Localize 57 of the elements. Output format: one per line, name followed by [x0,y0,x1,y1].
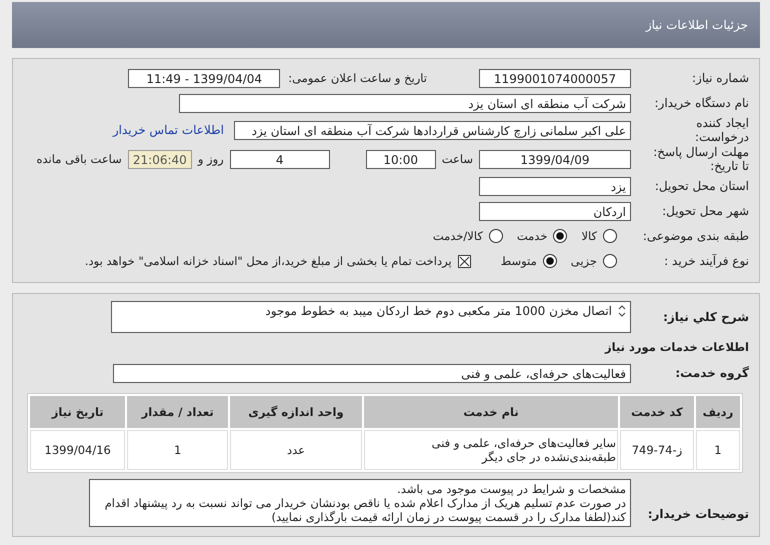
field-label: نوع فرآیند خرید : [663,254,750,268]
city-field: اردکان [479,202,631,220]
field-label: مهلت ارسال پاسخ: تا تاریخ: [652,145,750,173]
field-label: گروه خدمت: [674,366,750,380]
field-label: ساعت باقی مانده [36,152,122,166]
column-header: واحد اندازه گیری [230,396,362,428]
radio-button[interactable] [488,229,503,243]
column-header: ردیف [696,396,740,428]
field-label: طبقه بندی موضوعی: [642,229,750,243]
radio-button[interactable] [603,229,617,243]
contact-info-link[interactable]: اطلاعات تماس خریدار [112,123,224,137]
table-cell: 1399/04/16 [30,430,126,470]
deadline-time-field: 10:00 [366,150,436,168]
field-label: استان محل تحویل: [654,179,750,193]
table-cell: عدد [230,430,362,470]
radio-label: خدمت [516,229,548,243]
radio-button[interactable] [603,254,617,268]
service-group-field: فعالیت‌های حرفه‌ای، علمی و فنی [113,364,631,382]
column-header: تعداد / مقدار [127,396,228,428]
column-header: تاریخ نیاز [30,396,126,428]
note-text: مشخصات و شرایط در پیوست موجود می باشد. [396,482,626,496]
buyer-org-field: شرکت آب منطقه ای استان یزد [179,94,631,112]
field-label: نام دستگاه خریدار: [654,96,750,110]
checkbox[interactable] [458,254,471,268]
table-cell: 1 [127,430,228,470]
announce-date-field: 1399/04/04 - 11:49 [128,68,280,88]
field-label: توضیحات خریدار: [646,507,750,521]
need-number-field: 1199001074000057 [479,68,631,88]
days-field: 4 [230,150,330,168]
radio-label: جزیی [570,254,597,268]
field-label: ایجاد کننده درخواست: [694,116,750,144]
page-title: جزئیات اطلاعات نیاز [646,18,748,32]
table-cell: سایر فعالیت‌های حرفه‌ای، علمی و فنی طبقه‌بندی‌نشده در جای دیگر [364,430,618,470]
checkbox-label: پرداخت تمام یا بخشی از مبلغ خرید،از محل "اسناد خزانه اسلامی" خواهد بود. [84,254,452,268]
deadline-date-field: 1399/04/09 [479,150,631,168]
field-label: تاریخ و ساعت اعلان عمومی: [288,71,428,85]
description-text: اتصال مخزن 1000 متر مکعبی دوم خط اردکان میبد به خطوط موجود [265,304,612,318]
section-title: اطلاعات خدمات مورد نیاز [604,339,750,356]
creator-field: علی اکبر سلمانی زارچ کارشناس قراردادها شرکت آب منطقه ای استان یزد [234,120,631,140]
radio-button[interactable] [542,254,557,268]
field-label: ساعت [442,152,473,166]
column-header: کد خدمت [620,396,694,428]
field-label: روز و [198,152,224,166]
province-field: یزد [479,176,631,196]
radio-label: کالا/خدمت [432,229,483,243]
field-label: شهر محل تحویل: [661,204,750,218]
field-label: شماره نیاز: [691,71,750,85]
table-cell: 1 [696,430,740,470]
table-cell: ز-74-749 [620,430,694,470]
scroll-arrows-icon[interactable] [618,304,626,318]
note-text: در صورت عدم تسلیم هریک از مدارک اعلام شده یا ناقص بودنشان خریدار می تواند نسبت به رد پیشنهاد اقدام کند(لطفا مدارک را در قسمت پیوست در زمان ارائه قیمت بارگذاری نمایید) [104,496,626,524]
radio-label: متوسط [500,254,537,268]
remaining-time-field: 21:06:40 [128,150,192,168]
column-header: نام خدمت [364,396,618,428]
radio-label: کالا [581,229,597,243]
radio-button[interactable] [553,229,568,243]
field-label: شرح کلي نياز: [662,310,750,324]
